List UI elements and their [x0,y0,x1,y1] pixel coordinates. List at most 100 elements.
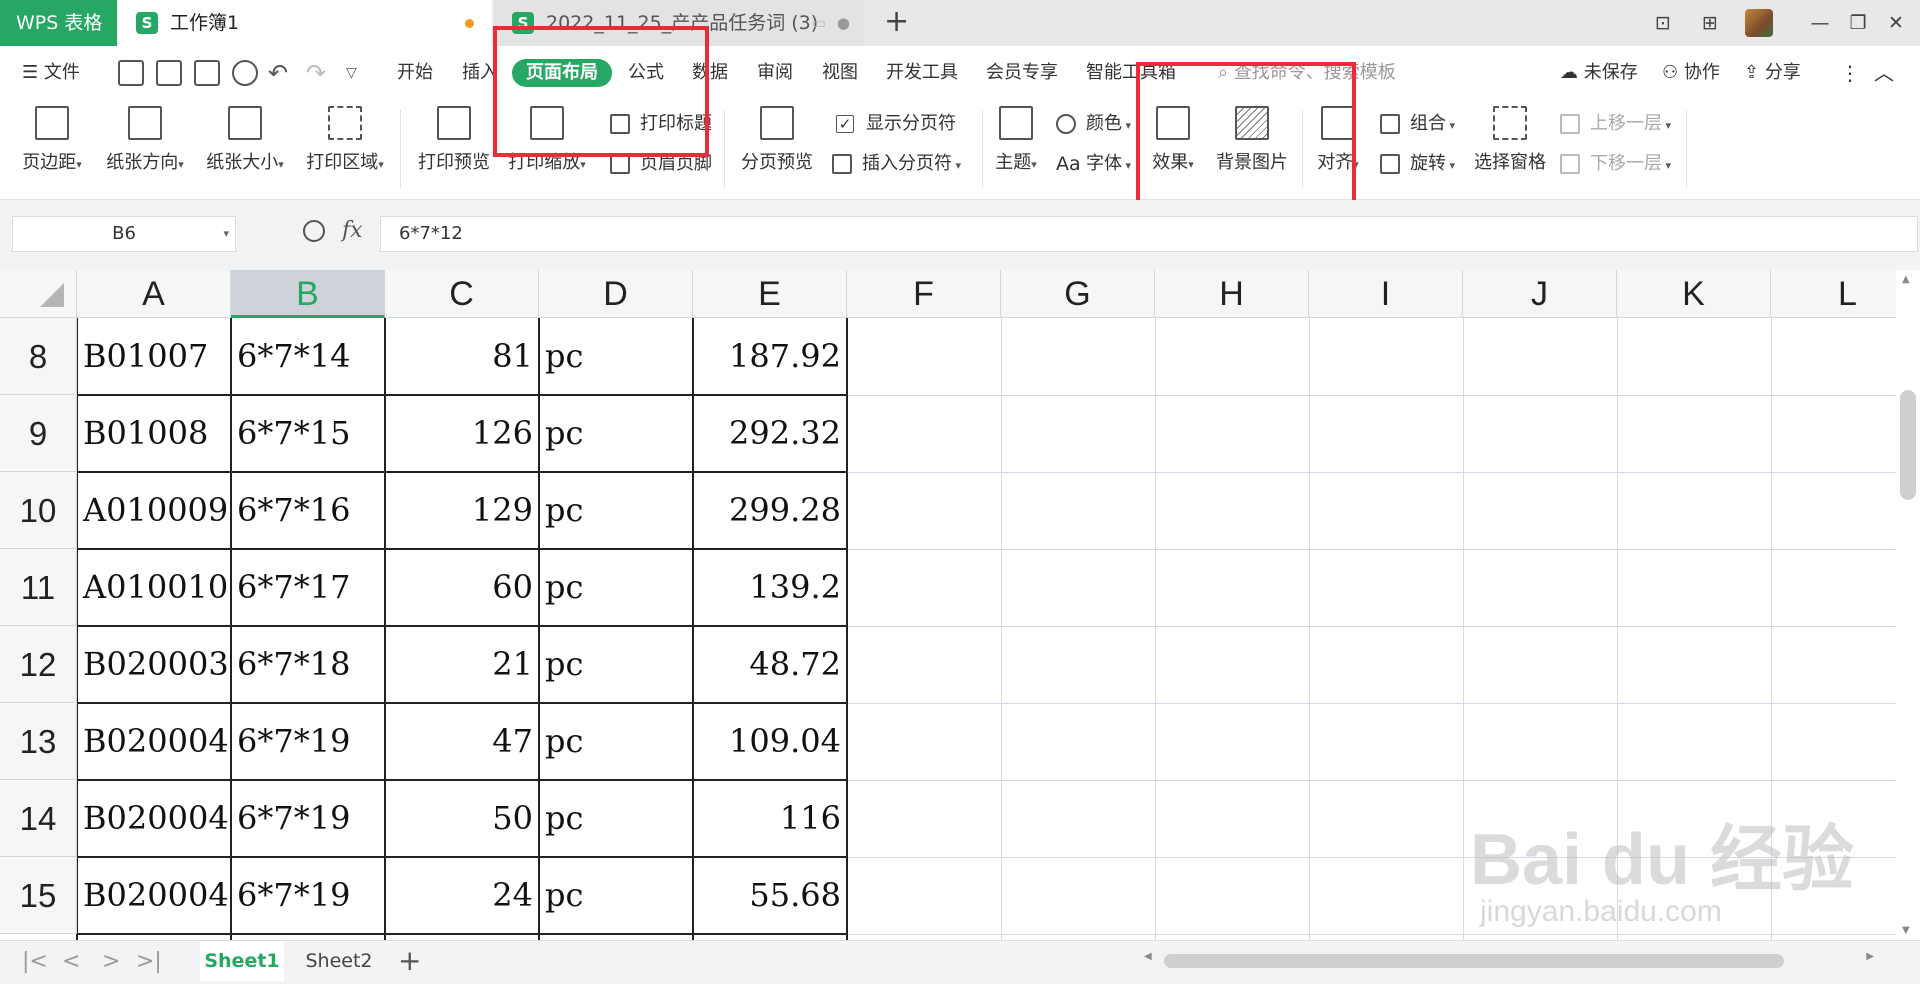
table-cell[interactable]: pc [539,395,693,472]
table-cell[interactable]: 21 [385,626,539,703]
redo-icon[interactable]: ↷ [306,46,326,100]
column-header-g[interactable]: G [1001,270,1155,318]
table-cell[interactable]: 60 [385,549,539,626]
column-header-f[interactable]: F [847,270,1001,318]
next-sheet-icon[interactable]: > [102,949,120,974]
apps-grid-icon[interactable]: ⊞ [1690,0,1730,46]
tab-workbook1[interactable]: S 工作簿1 [118,0,492,46]
orientation-button[interactable]: 纸张方向▾ [100,106,190,174]
scroll-right-icon[interactable]: ▶ [1866,951,1874,962]
table-cell[interactable]: 6*7*18 [231,626,385,703]
column-header-h[interactable]: H [1155,270,1309,318]
close-tab-icon[interactable]: ● [837,0,850,46]
new-tab-button[interactable]: + [884,4,909,40]
row-header[interactable]: 15 [0,857,77,934]
menu-member[interactable]: 会员专享 [986,46,1058,100]
export-icon[interactable] [156,60,182,86]
undo-icon[interactable]: ↶ [268,46,288,100]
table-cell[interactable]: pc [539,549,693,626]
row-header[interactable]: 13 [0,703,77,780]
row-header[interactable]: 11 [0,549,77,626]
column-header-d[interactable]: D [539,270,693,318]
print-preview-icon[interactable] [232,60,258,86]
menu-review[interactable]: 审阅 [757,46,793,100]
window-layout-icon[interactable]: ⊡ [1643,0,1683,46]
table-cell[interactable]: B01008 [77,395,231,472]
table-cell[interactable]: A010009 [77,472,231,549]
paper-size-button[interactable]: 纸张大小▾ [200,106,290,174]
table-cell[interactable]: 55.68 [693,857,847,934]
table-cell[interactable]: pc [539,780,693,857]
scroll-down-icon[interactable]: ▼ [1902,925,1910,936]
rotate-button[interactable]: 旋转 ▾ [1380,150,1455,178]
table-cell[interactable]: 6*7*19 [231,857,385,934]
margins-button[interactable]: 页边距▾ [16,106,88,174]
colors-button[interactable]: 颜色 ▾ [1056,110,1131,138]
fonts-button[interactable]: Aa 字体 ▾ [1056,150,1131,178]
close-icon[interactable]: ✕ [1876,0,1916,46]
table-cell[interactable]: B020004 [77,857,231,934]
table-cell[interactable]: B020004 [77,780,231,857]
print-preview-button[interactable]: 打印预览 [414,106,494,174]
table-cell[interactable]: 81 [385,318,539,395]
table-cell[interactable]: pc [539,472,693,549]
table-cell[interactable]: 126 [385,395,539,472]
unsaved-status[interactable]: ☁ 未保存 [1560,46,1638,100]
select-all-corner[interactable] [0,270,77,318]
more-icon[interactable]: ⋮ [1840,46,1860,100]
table-cell[interactable]: 24 [385,857,539,934]
add-sheet-button[interactable]: + [398,943,421,979]
table-cell[interactable]: A010010 [77,549,231,626]
zoom-icon[interactable] [303,220,325,242]
table-cell[interactable]: 139.2 [693,549,847,626]
sheet-tab-sheet1[interactable]: Sheet1 [200,941,284,981]
table-cell[interactable]: 47 [385,703,539,780]
group-button[interactable]: 组合 ▾ [1380,110,1455,138]
customize-toolbar-icon[interactable]: ▽ [346,46,357,100]
save-icon[interactable] [118,60,144,86]
collapse-ribbon-icon[interactable]: ︿ [1874,46,1894,100]
table-cell[interactable]: 109.04 [693,703,847,780]
table-cell[interactable]: 187.92 [693,318,847,395]
table-cell[interactable]: 6*7*17 [231,549,385,626]
table-cell[interactable]: 6*7*19 [231,780,385,857]
table-cell[interactable]: 129 [385,472,539,549]
table-cell[interactable]: 116 [693,780,847,857]
scroll-up-icon[interactable]: ▲ [1902,274,1910,285]
bring-forward-button[interactable]: 上移一层 ▾ [1560,110,1671,138]
minimize-icon[interactable]: — [1800,0,1840,46]
column-header-c[interactable]: C [385,270,539,318]
row-header[interactable]: 14 [0,780,77,857]
sheet-tab-sheet2[interactable]: Sheet2 [290,941,388,981]
scroll-left-icon[interactable]: ◀ [1144,951,1152,962]
menu-developer[interactable]: 开发工具 [886,46,958,100]
horizontal-scrollbar[interactable]: ◀ ▶ [1134,951,1874,971]
column-header-i[interactable]: I [1309,270,1463,318]
table-cell[interactable]: 6*7*14 [231,318,385,395]
column-header-a[interactable]: A [77,270,231,318]
row-header[interactable]: 9 [0,395,77,472]
fx-icon[interactable]: fx [342,218,363,243]
print-icon[interactable] [194,60,220,86]
row-header[interactable]: 12 [0,626,77,703]
vertical-scroll-thumb[interactable] [1900,390,1916,500]
selection-pane-button[interactable]: 选择窗格 [1470,106,1550,174]
row-header[interactable]: 10 [0,472,77,549]
column-header-j[interactable]: J [1463,270,1617,318]
prev-sheet-icon[interactable]: < [62,949,80,974]
column-header-e[interactable]: E [693,270,847,318]
theme-button[interactable]: 主题▾ [990,106,1042,174]
insert-page-break-button[interactable]: 插入分页符 ▾ [832,150,961,178]
table-cell[interactable]: pc [539,626,693,703]
formula-input[interactable]: 6*7*12 [380,216,1918,252]
table-cell[interactable]: pc [539,857,693,934]
avatar[interactable] [1745,9,1773,37]
table-cell[interactable]: 299.28 [693,472,847,549]
table-cell[interactable]: pc [539,703,693,780]
table-cell[interactable]: 50 [385,780,539,857]
wps-app-tab[interactable]: WPS 表格 [0,0,117,46]
column-header-b[interactable]: B [231,270,385,318]
page-break-preview-button[interactable]: 分页预览 [734,106,820,174]
table-cell[interactable]: B020004 [77,703,231,780]
restore-icon[interactable]: ❐ [1838,0,1878,46]
